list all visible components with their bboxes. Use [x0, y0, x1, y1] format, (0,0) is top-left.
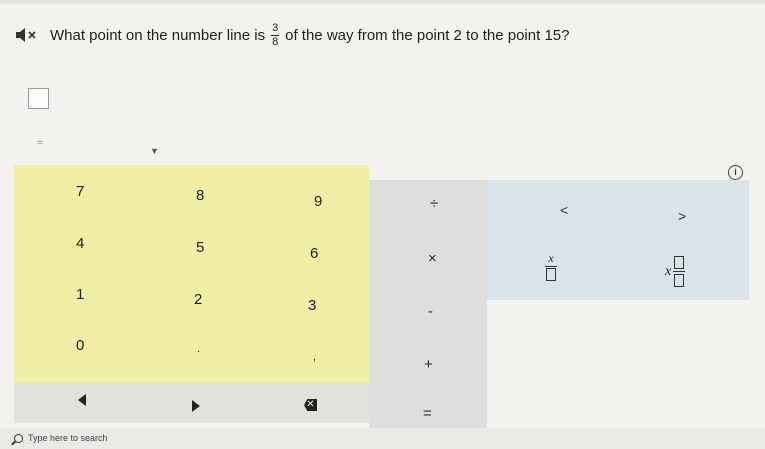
answer-input-box[interactable]: [28, 88, 49, 109]
key-9[interactable]: 9: [314, 193, 322, 210]
key-comma[interactable]: ,: [313, 351, 316, 363]
key-3[interactable]: 3: [308, 297, 316, 314]
fraction-numerator: 3: [272, 21, 279, 34]
top-strip: [0, 0, 765, 4]
cursor-right-icon[interactable]: [192, 400, 200, 412]
backspace-icon[interactable]: ✕: [304, 399, 317, 411]
cursor-nav-row: ✕: [14, 383, 369, 423]
key-decimal[interactable]: .: [197, 343, 200, 355]
equals-button[interactable]: =: [423, 405, 432, 422]
fraction-variable: x: [548, 251, 554, 265]
question-prompt: What point on the number line is 3 8 of …: [14, 22, 569, 48]
operators-column: ÷ × - + =: [369, 180, 487, 449]
key-6[interactable]: 6: [310, 245, 318, 262]
taskbar-search-input[interactable]: [28, 430, 188, 446]
cursor-left-icon[interactable]: [78, 394, 86, 406]
chevron-down-icon[interactable]: ▼: [150, 146, 159, 156]
less-than-button[interactable]: <: [560, 202, 568, 218]
mixed-number-button[interactable]: x: [665, 256, 686, 287]
taskbar: [0, 428, 765, 449]
plus-button[interactable]: +: [424, 356, 433, 373]
numpad: 7 8 9 4 5 6 1 2 3 0 . ,: [14, 165, 369, 383]
equals-mark: =: [37, 138, 43, 149]
greater-than-button[interactable]: >: [678, 208, 686, 224]
mixed-variable: x: [665, 263, 672, 279]
key-8[interactable]: 8: [196, 187, 204, 204]
key-2[interactable]: 2: [194, 291, 202, 308]
key-7[interactable]: 7: [76, 183, 84, 200]
question-fraction: 3 8: [271, 21, 280, 48]
key-5[interactable]: 5: [196, 239, 204, 256]
question-text-before: What point on the number line is: [50, 26, 266, 44]
fraction-denominator: 8: [272, 35, 279, 48]
speaker-icon[interactable]: [14, 25, 40, 45]
question-text-after: of the way from the point 2 to the point…: [285, 26, 570, 44]
search-icon[interactable]: [14, 434, 23, 443]
info-icon[interactable]: i: [728, 165, 743, 180]
symbols-panel: < > x x: [487, 180, 749, 300]
fraction-button[interactable]: x: [545, 252, 557, 281]
key-4[interactable]: 4: [76, 235, 84, 252]
fraction-denominator-placeholder: [546, 268, 556, 281]
divide-button[interactable]: ÷: [430, 195, 438, 212]
mixed-denominator-placeholder: [674, 274, 685, 287]
key-1[interactable]: 1: [76, 286, 84, 303]
key-0[interactable]: 0: [76, 337, 84, 354]
multiply-button[interactable]: ×: [428, 250, 437, 267]
minus-button[interactable]: -: [428, 303, 433, 320]
mixed-numerator-placeholder: [674, 256, 685, 269]
